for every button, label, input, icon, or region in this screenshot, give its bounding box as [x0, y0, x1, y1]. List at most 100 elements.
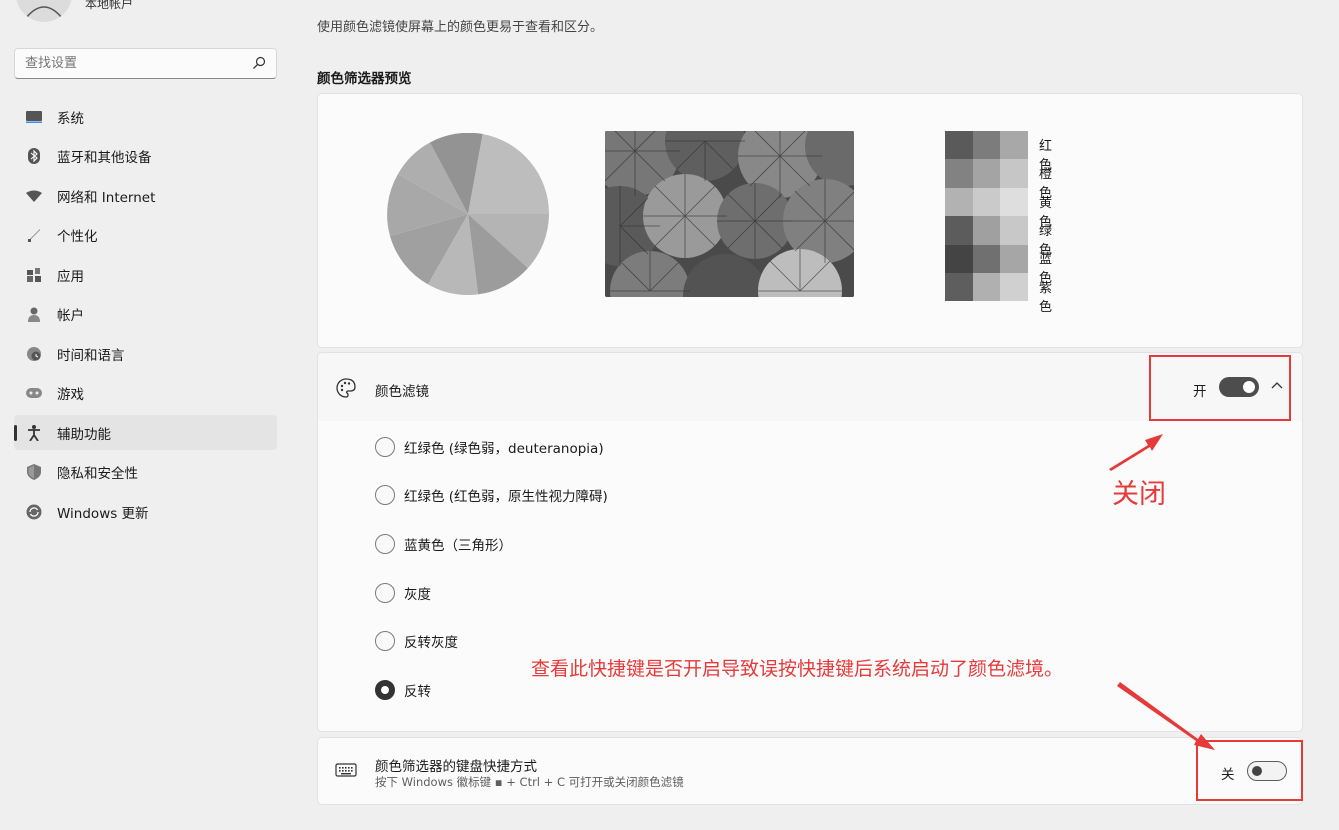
swatch: [1000, 272, 1028, 302]
sidebar-item-label: 个性化: [57, 229, 98, 245]
avatar[interactable]: [16, 0, 72, 22]
swatch: [945, 272, 973, 302]
annotation-box-filter-toggle: [1149, 355, 1291, 421]
swatch-row-red: [945, 131, 1028, 160]
color-filter-title: 颜色滤镜: [375, 384, 429, 400]
palette-icon: [336, 378, 356, 398]
account-name: 本地帐户: [85, 0, 134, 11]
swatch: [945, 244, 973, 273]
search-input[interactable]: [15, 49, 245, 78]
option-label: 反转灰度: [404, 635, 458, 651]
monitor-icon: [24, 107, 44, 127]
sidebar-item-label: 游戏: [57, 387, 84, 403]
radio-button[interactable]: [375, 437, 395, 457]
annotation-box-shortcut-toggle: [1196, 740, 1303, 801]
swatch: [972, 159, 1000, 188]
swatch-row-blue: [945, 244, 1028, 273]
sidebar-item-personalization[interactable]: 个性化: [14, 218, 277, 253]
sidebar-nav: 系统 蓝牙和其他设备 网络和 Internet 个性化 应用 帐户 时间和语言 …: [14, 99, 277, 534]
option-label: 灰度: [404, 587, 431, 603]
option-inverted[interactable]: 反转: [375, 679, 431, 701]
option-inverted-grayscale[interactable]: 反转灰度: [375, 630, 458, 652]
swatch: [972, 216, 1000, 245]
option-label: 蓝黄色（三角形）: [404, 538, 512, 554]
keyboard-shortcut-setting: 颜色筛选器的键盘快捷方式 按下 Windows 徽标键 ▪ + Ctrl + C…: [317, 737, 1303, 805]
color-swatch-grid: 红色 橙色 黄色 绿色 蓝色 紫色: [945, 131, 1052, 315]
color-filter-preview-card: 红色 橙色 黄色 绿色 蓝色 紫色: [317, 93, 1303, 348]
swatch-label-purple: 紫色: [1039, 281, 1053, 315]
sidebar-item-label: Windows 更新: [57, 505, 149, 522]
sidebar: 本地帐户 系统 蓝牙和其他设备 网络和 Internet: [0, 0, 290, 830]
bluetooth-icon: [24, 146, 44, 166]
sidebar-item-privacy[interactable]: 隐私和安全性: [14, 455, 277, 490]
sidebar-item-label: 隐私和安全性: [57, 466, 138, 482]
swatch: [1000, 159, 1028, 188]
swatch-row-orange: [945, 159, 1028, 188]
option-label: 反转: [404, 684, 431, 700]
keyboard-icon: [335, 763, 357, 777]
swatch: [945, 187, 973, 217]
annotation-close-label: 关闭: [1112, 479, 1166, 510]
gamepad-icon: [24, 383, 44, 403]
swatch: [972, 244, 1000, 273]
swatch: [972, 131, 1000, 160]
annotation-note: 查看此快捷键是否开启导致误按快捷键后系统启动了颜色滤境。: [531, 658, 1064, 680]
search-box[interactable]: [14, 48, 277, 79]
sidebar-item-bluetooth[interactable]: 蓝牙和其他设备: [14, 139, 277, 174]
swatch: [1000, 187, 1028, 217]
person-icon: [24, 304, 44, 324]
swatch-row-yellow: [945, 187, 1028, 217]
option-grayscale[interactable]: 灰度: [375, 582, 431, 604]
sidebar-item-gaming[interactable]: 游戏: [14, 376, 277, 411]
option-label: 红绿色 (绿色弱，deuteranopia): [404, 441, 604, 457]
globe-clock-icon: [24, 344, 44, 364]
swatch: [972, 272, 1000, 302]
active-indicator: [14, 425, 17, 441]
radio-button[interactable]: [375, 534, 395, 554]
shortcut-description: 按下 Windows 徽标键 ▪ + Ctrl + C 可打开或关闭颜色滤镜: [375, 775, 684, 789]
apps-icon: [24, 265, 44, 285]
option-deuteranopia[interactable]: 红绿色 (绿色弱，deuteranopia): [375, 436, 604, 458]
person-avatar-icon: [25, 6, 63, 19]
option-protanopia[interactable]: 红绿色 (红色弱，原生性视力障碍): [375, 484, 608, 506]
preview-pie-chart: [387, 133, 549, 295]
sidebar-item-label: 时间和语言: [57, 347, 125, 364]
sidebar-item-label: 网络和 Internet: [57, 189, 156, 206]
swatch: [945, 131, 973, 160]
color-filter-options: 红绿色 (绿色弱，deuteranopia) 红绿色 (红色弱，原生性视力障碍)…: [317, 421, 1303, 732]
option-tritanopia[interactable]: 蓝黄色（三角形）: [375, 533, 512, 555]
sidebar-item-label: 帐户: [57, 308, 84, 324]
sidebar-item-label: 蓝牙和其他设备: [57, 150, 152, 166]
swatch: [945, 216, 973, 245]
swatch: [1000, 131, 1028, 160]
sidebar-item-label: 应用: [57, 268, 84, 285]
wifi-icon: [24, 186, 44, 206]
page-description: 使用颜色滤镜使屏幕上的颜色更易于查看和区分。: [317, 20, 604, 35]
option-label: 红绿色 (红色弱，原生性视力障碍): [404, 489, 608, 505]
accessibility-icon: [24, 423, 44, 443]
shortcut-title: 颜色筛选器的键盘快捷方式: [375, 759, 537, 775]
search-icon[interactable]: [252, 56, 266, 70]
swatch: [945, 159, 973, 188]
swatch: [1000, 216, 1028, 245]
preview-photo: [605, 131, 854, 297]
brush-icon: [24, 225, 44, 245]
update-icon: [24, 502, 44, 522]
radio-button[interactable]: [375, 485, 395, 505]
sidebar-item-system[interactable]: 系统: [14, 99, 277, 134]
swatch-row-green: [945, 216, 1028, 245]
sidebar-item-network[interactable]: 网络和 Internet: [14, 178, 277, 213]
sidebar-item-accounts[interactable]: 帐户: [14, 297, 277, 332]
sidebar-item-time-language[interactable]: 时间和语言: [14, 336, 277, 371]
radio-button-selected[interactable]: [375, 680, 395, 700]
shield-icon: [24, 462, 44, 482]
sidebar-item-accessibility[interactable]: 辅助功能: [14, 415, 277, 450]
sidebar-item-label: 系统: [57, 110, 84, 127]
swatch: [972, 187, 1000, 217]
radio-button[interactable]: [375, 583, 395, 603]
sidebar-item-windows-update[interactable]: Windows 更新: [14, 494, 277, 529]
radio-button[interactable]: [375, 631, 395, 651]
sidebar-item-label: 辅助功能: [57, 426, 111, 443]
preview-section-title: 颜色筛选器预览: [317, 71, 412, 87]
sidebar-item-apps[interactable]: 应用: [14, 257, 277, 292]
